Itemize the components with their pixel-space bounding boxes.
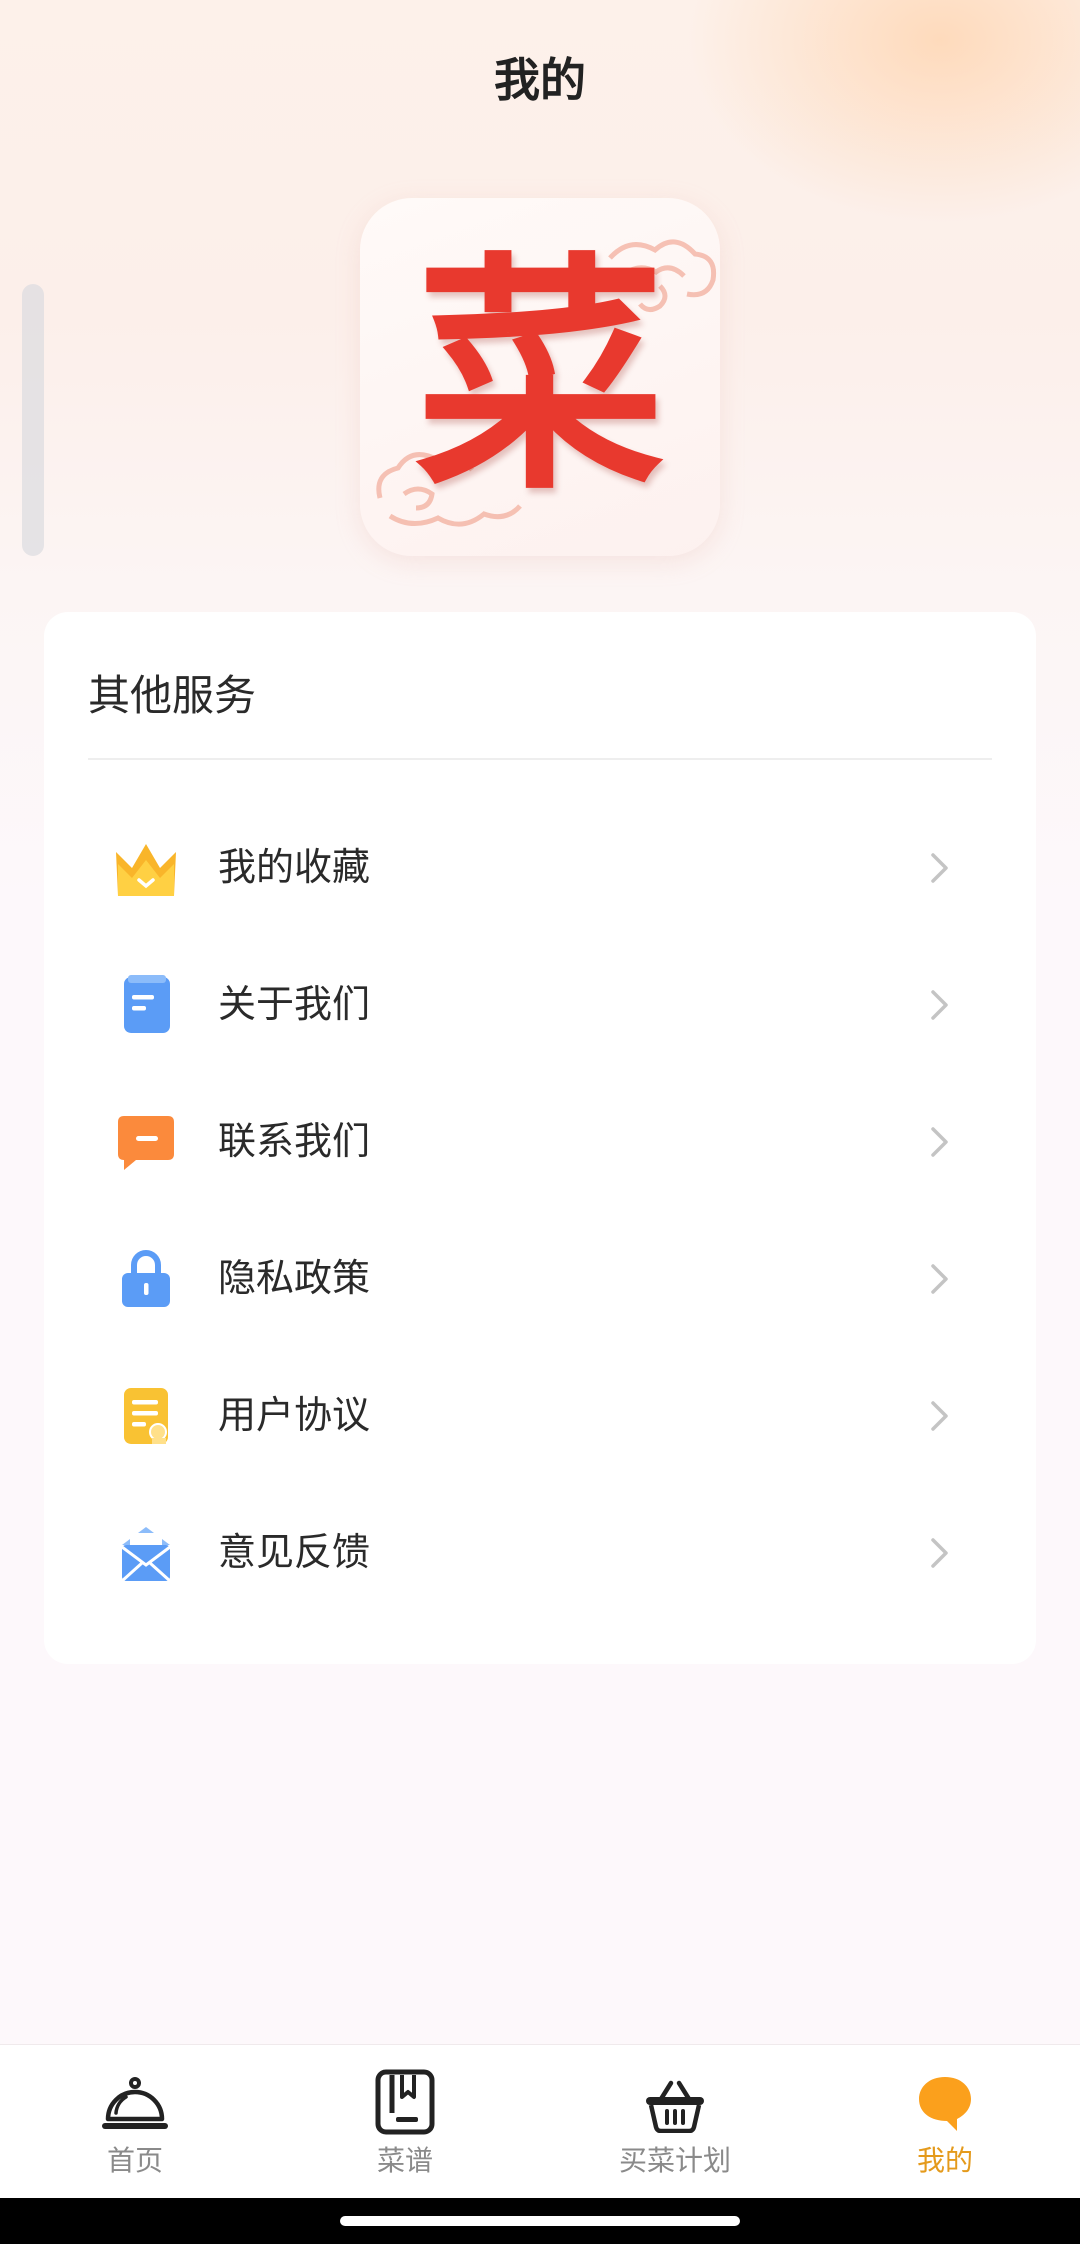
menu-item-label: 意见反馈 bbox=[218, 1530, 371, 1574]
menu-item-terms[interactable]: 用户协议 bbox=[44, 1348, 1036, 1485]
basket-icon bbox=[646, 2080, 704, 2133]
tab-label: 首页 bbox=[106, 2144, 163, 2177]
menu-item-label: 我的收藏 bbox=[218, 845, 371, 889]
bottom-tab-bar: 首页 菜谱 买菜计划 我的 bbox=[0, 2044, 1080, 2198]
services-menu: 我的收藏 关于我们 联系我们 隐私政策 用户协议 意见反馈 bbox=[44, 800, 1036, 1622]
home-indicator[interactable] bbox=[340, 2216, 740, 2226]
chevron-right-icon bbox=[931, 1538, 948, 1568]
cloche-icon bbox=[102, 2077, 168, 2129]
menu-item-contact[interactable]: 联系我们 bbox=[44, 1074, 1036, 1211]
chevron-right-icon bbox=[931, 990, 948, 1020]
menu-item-label: 联系我们 bbox=[218, 1119, 371, 1163]
lock-icon bbox=[122, 1250, 170, 1307]
menu-item-privacy[interactable]: 隐私政策 bbox=[44, 1211, 1036, 1348]
chevron-right-icon bbox=[931, 1127, 948, 1157]
recipe-book-icon bbox=[375, 2069, 435, 2135]
logo-character: 菜 bbox=[415, 229, 665, 523]
menu-item-favorites[interactable]: 我的收藏 bbox=[44, 800, 1036, 937]
clipboard-icon bbox=[124, 975, 170, 1033]
tab-mine[interactable]: 我的 bbox=[810, 2045, 1080, 2199]
tab-shopping-plan[interactable]: 买菜计划 bbox=[540, 2045, 810, 2199]
profile-bubble-icon bbox=[919, 2077, 971, 2131]
services-card: 其他服务 我的收藏 关于我们 联系我们 隐私政策 用户协议 意见反馈 bbox=[44, 612, 1036, 1664]
document-certificate-icon bbox=[124, 1388, 168, 1444]
menu-item-feedback[interactable]: 意见反馈 bbox=[44, 1485, 1036, 1622]
divider bbox=[88, 758, 992, 760]
crown-icon bbox=[116, 844, 176, 896]
chat-bubble-icon bbox=[118, 1116, 174, 1170]
tab-home[interactable]: 首页 bbox=[0, 2045, 270, 2199]
menu-item-label: 用户协议 bbox=[218, 1393, 371, 1437]
menu-item-label: 隐私政策 bbox=[218, 1256, 371, 1300]
tab-label: 菜谱 bbox=[376, 2144, 433, 2177]
mail-icon bbox=[120, 1527, 172, 1583]
chevron-right-icon bbox=[931, 853, 948, 883]
app-logo: 菜 bbox=[360, 198, 720, 556]
chevron-right-icon bbox=[931, 1264, 948, 1294]
menu-item-about[interactable]: 关于我们 bbox=[44, 937, 1036, 1074]
section-title: 其他服务 bbox=[88, 671, 257, 720]
page-title: 我的 bbox=[494, 53, 586, 107]
tab-recipes[interactable]: 菜谱 bbox=[270, 2045, 540, 2199]
menu-item-label: 关于我们 bbox=[218, 982, 371, 1026]
tab-label: 买菜计划 bbox=[618, 2144, 731, 2177]
chevron-right-icon bbox=[931, 1401, 948, 1431]
tab-label: 我的 bbox=[916, 2144, 973, 2177]
scroll-indicator bbox=[22, 284, 44, 556]
